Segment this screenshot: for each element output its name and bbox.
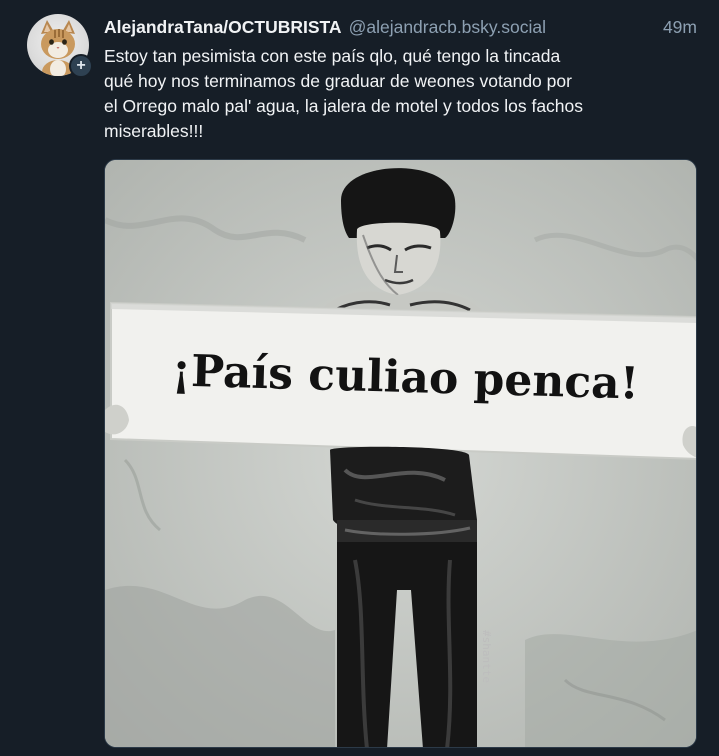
follow-plus-icon[interactable]: + bbox=[69, 54, 93, 78]
post-text-line: qué hoy nos terminamos de graduar de weo… bbox=[104, 71, 572, 91]
street-art-image: ¡País culiao penca! #shantte bbox=[105, 160, 696, 747]
author-display-name[interactable]: AlejandraTana/OCTUBRISTA bbox=[104, 17, 342, 38]
post-image[interactable]: ¡País culiao penca! #shantte bbox=[104, 159, 697, 748]
post-timestamp[interactable]: 49m bbox=[663, 17, 697, 38]
post-text-line: miserables!!! bbox=[104, 121, 204, 141]
post-text-line: Estoy tan pesimista con este país qlo, q… bbox=[104, 46, 561, 66]
author-handle[interactable]: @alejandracb.bsky.social bbox=[349, 17, 655, 38]
post-text: Estoy tan pesimista con este país qlo, q… bbox=[104, 44, 704, 144]
author-avatar-wrapper[interactable]: + bbox=[27, 14, 93, 78]
post-header: AlejandraTana/OCTUBRISTA @alejandracb.bs… bbox=[104, 14, 697, 40]
post-text-line: el Orrego malo pal' agua, la jalera de m… bbox=[104, 96, 584, 116]
post[interactable]: + AlejandraTana/OCTUBRISTA @alejandracb.… bbox=[0, 0, 719, 756]
artist-tag-text: #shantte bbox=[480, 630, 493, 683]
